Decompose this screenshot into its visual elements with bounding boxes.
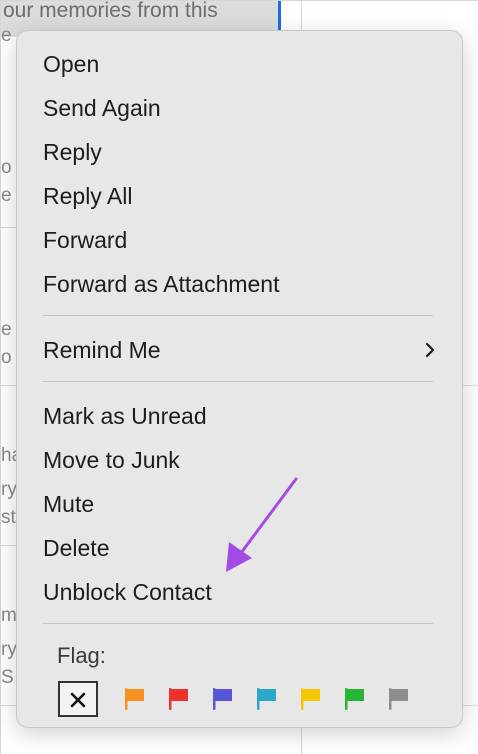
message-fragment: o <box>1 347 12 368</box>
message-fragment: m <box>1 605 17 626</box>
menu-separator <box>43 315 433 316</box>
message-fragment: ry <box>1 479 17 500</box>
menu-item-forward[interactable]: Forward <box>27 220 454 260</box>
yellow-flag-icon[interactable] <box>298 686 324 712</box>
menu-separator <box>43 623 433 624</box>
message-fragment: e <box>1 319 12 340</box>
x-icon <box>70 692 86 708</box>
context-menu: Open Send Again Reply Reply All Forward … <box>16 30 463 728</box>
message-fragment: e <box>1 25 12 46</box>
menu-item-open[interactable]: Open <box>27 44 454 84</box>
red-flag-icon[interactable] <box>166 686 192 712</box>
chevron-right-icon <box>425 342 435 358</box>
blue-flag-icon[interactable] <box>254 686 280 712</box>
menu-item-reply[interactable]: Reply <box>27 132 454 172</box>
menu-item-label: Remind Me <box>43 337 161 363</box>
message-snippet: our memories from this <box>3 0 218 22</box>
menu-item-mute[interactable]: Mute <box>27 484 454 524</box>
menu-item-mark-as-unread[interactable]: Mark as Unread <box>27 396 454 436</box>
message-fragment: e <box>1 185 12 206</box>
menu-item-remind-me[interactable]: Remind Me <box>27 330 454 370</box>
green-flag-icon[interactable] <box>342 686 368 712</box>
menu-item-delete[interactable]: Delete <box>27 528 454 568</box>
message-fragment: st <box>1 507 16 528</box>
purple-flag-icon[interactable] <box>210 686 236 712</box>
gray-flag-icon[interactable] <box>386 686 412 712</box>
message-fragment: o <box>1 157 12 178</box>
flag-color-row <box>58 681 438 717</box>
menu-item-move-to-junk[interactable]: Move to Junk <box>27 440 454 480</box>
menu-item-unblock-contact[interactable]: Unblock Contact <box>27 572 454 612</box>
menu-item-send-again[interactable]: Send Again <box>27 88 454 128</box>
menu-item-reply-all[interactable]: Reply All <box>27 176 454 216</box>
message-fragment: ry <box>1 639 17 660</box>
flag-label: Flag: <box>57 643 106 668</box>
menu-item-forward-as-attachment[interactable]: Forward as Attachment <box>27 264 454 304</box>
orange-flag-icon[interactable] <box>122 686 148 712</box>
clear-flag-button[interactable] <box>58 681 98 717</box>
menu-separator <box>43 381 433 382</box>
message-fragment: S <box>1 667 14 688</box>
